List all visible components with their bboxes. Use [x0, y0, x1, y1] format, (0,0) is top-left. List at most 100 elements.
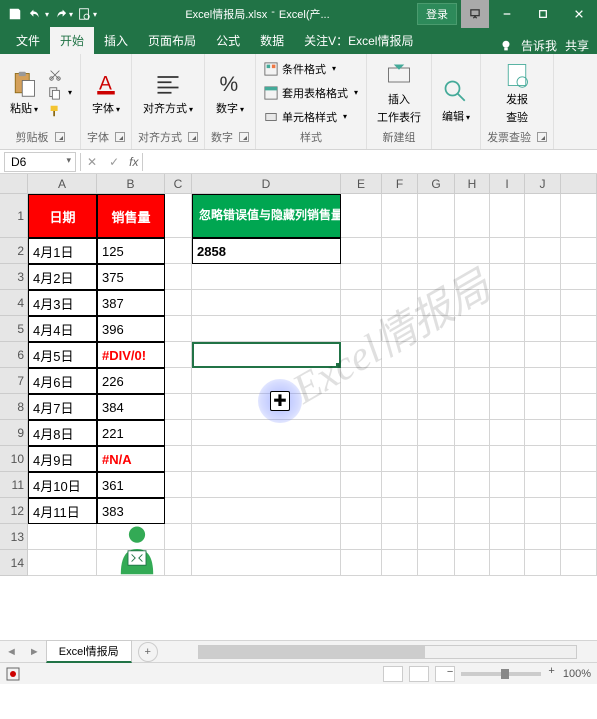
cell-style-button[interactable]: 单元格样式: [262, 108, 360, 126]
row-header[interactable]: 3: [0, 264, 28, 290]
row-header[interactable]: 7: [0, 368, 28, 394]
row-header[interactable]: 1: [0, 194, 28, 238]
save-icon[interactable]: [4, 3, 26, 25]
align-launcher[interactable]: [188, 132, 198, 142]
col-header-J[interactable]: J: [525, 174, 561, 194]
cell-sales[interactable]: 384: [97, 394, 165, 420]
login-button[interactable]: 登录: [417, 3, 457, 25]
maximize-icon[interactable]: [525, 0, 561, 28]
cell-sales[interactable]: 396: [97, 316, 165, 342]
cell-date[interactable]: 4月11日: [28, 498, 97, 524]
fx-icon[interactable]: fx: [125, 155, 142, 169]
redo-icon[interactable]: [52, 3, 74, 25]
zoom-slider[interactable]: [461, 672, 541, 676]
copy-icon[interactable]: [46, 85, 74, 101]
row-header[interactable]: 13: [0, 524, 28, 550]
cell-date[interactable]: 4月5日: [28, 342, 97, 368]
sheet-nav-prev[interactable]: ◄: [0, 646, 23, 658]
cell[interactable]: [192, 472, 341, 498]
cell[interactable]: [192, 316, 341, 342]
paste-button[interactable]: 粘贴: [6, 68, 42, 118]
tab-layout[interactable]: 页面布局: [138, 27, 206, 54]
cell-date[interactable]: 4月1日: [28, 238, 97, 264]
cell-date[interactable]: 4月9日: [28, 446, 97, 472]
formula-input[interactable]: [143, 160, 597, 164]
row-header[interactable]: 14: [0, 550, 28, 576]
header-date[interactable]: 日期: [28, 194, 97, 238]
row-header[interactable]: 5: [0, 316, 28, 342]
cell-date[interactable]: 4月8日: [28, 420, 97, 446]
confirm-button[interactable]: ✓: [103, 155, 125, 169]
conditional-format-button[interactable]: 条件格式: [262, 60, 360, 78]
name-box[interactable]: D6: [4, 152, 76, 172]
invoice-launcher[interactable]: [537, 132, 547, 142]
cell[interactable]: [192, 420, 341, 446]
cell-sales[interactable]: 387: [97, 290, 165, 316]
tab-formulas[interactable]: 公式: [206, 27, 250, 54]
view-normal-icon[interactable]: [383, 666, 403, 682]
tab-file[interactable]: 文件: [6, 27, 50, 54]
cell-date[interactable]: 4月6日: [28, 368, 97, 394]
cell-date[interactable]: 4月3日: [28, 290, 97, 316]
cell[interactable]: [192, 498, 341, 524]
cell-date[interactable]: 4月7日: [28, 394, 97, 420]
cell[interactable]: [192, 446, 341, 472]
row-header[interactable]: 10: [0, 446, 28, 472]
record-icon[interactable]: [6, 667, 20, 681]
cut-icon[interactable]: [46, 67, 74, 83]
editing-button[interactable]: 编辑: [438, 76, 474, 126]
cell-sales[interactable]: 383: [97, 498, 165, 524]
clipboard-launcher[interactable]: [55, 132, 65, 142]
cell[interactable]: [192, 264, 341, 290]
print-preview-icon[interactable]: [76, 3, 98, 25]
font-launcher[interactable]: [115, 132, 125, 142]
close-icon[interactable]: [561, 0, 597, 28]
share[interactable]: 共享: [565, 37, 589, 54]
cell-sales[interactable]: #DIV/0!: [97, 342, 165, 368]
select-all-corner[interactable]: [0, 174, 28, 194]
cell-sales[interactable]: 221: [97, 420, 165, 446]
row-header[interactable]: 2: [0, 238, 28, 264]
cell-sales[interactable]: 361: [97, 472, 165, 498]
tab-data[interactable]: 数据: [250, 27, 294, 54]
tab-insert[interactable]: 插入: [94, 27, 138, 54]
view-page-icon[interactable]: [409, 666, 429, 682]
format-painter-icon[interactable]: [46, 103, 74, 119]
row-header[interactable]: 6: [0, 342, 28, 368]
minimize-icon[interactable]: [489, 0, 525, 28]
cancel-button[interactable]: ✕: [81, 155, 103, 169]
cell-sales[interactable]: #N/A: [97, 446, 165, 472]
zoom-level[interactable]: 100%: [563, 668, 591, 680]
col-header-E[interactable]: E: [341, 174, 382, 194]
cell[interactable]: [192, 290, 341, 316]
add-sheet-button[interactable]: +: [138, 642, 158, 662]
number-launcher[interactable]: [239, 132, 249, 142]
tellme[interactable]: 告诉我: [521, 37, 557, 54]
header-sales[interactable]: 销售量: [97, 194, 165, 238]
font-button[interactable]: A 字体: [88, 68, 124, 118]
cell-date[interactable]: 4月4日: [28, 316, 97, 342]
col-header-A[interactable]: A: [28, 174, 97, 194]
col-header-F[interactable]: F: [382, 174, 418, 194]
cell-date[interactable]: 4月2日: [28, 264, 97, 290]
invoice-button[interactable]: 发报 查验: [499, 59, 535, 127]
tab-follow[interactable]: 关注V：Excel情报局: [294, 27, 423, 54]
row-header[interactable]: 4: [0, 290, 28, 316]
col-header-B[interactable]: B: [97, 174, 165, 194]
align-button[interactable]: 对齐方式: [139, 68, 197, 118]
row-header[interactable]: 11: [0, 472, 28, 498]
col-header-H[interactable]: H: [455, 174, 490, 194]
row-header[interactable]: 9: [0, 420, 28, 446]
cell-summary[interactable]: 2858: [192, 238, 341, 264]
cell-date[interactable]: 4月10日: [28, 472, 97, 498]
cell-sales[interactable]: 125: [97, 238, 165, 264]
header-summary[interactable]: 忽略错误值与隐藏列销售量汇总: [192, 194, 341, 238]
sheet-tab-active[interactable]: Excel情报局: [46, 640, 132, 663]
ribbon-options-icon[interactable]: [461, 0, 489, 28]
col-header-C[interactable]: C: [165, 174, 192, 194]
cell-sales[interactable]: 375: [97, 264, 165, 290]
row-header[interactable]: 12: [0, 498, 28, 524]
col-header-D[interactable]: D: [192, 174, 341, 194]
row-header[interactable]: 8: [0, 394, 28, 420]
cell-sales[interactable]: 226: [97, 368, 165, 394]
